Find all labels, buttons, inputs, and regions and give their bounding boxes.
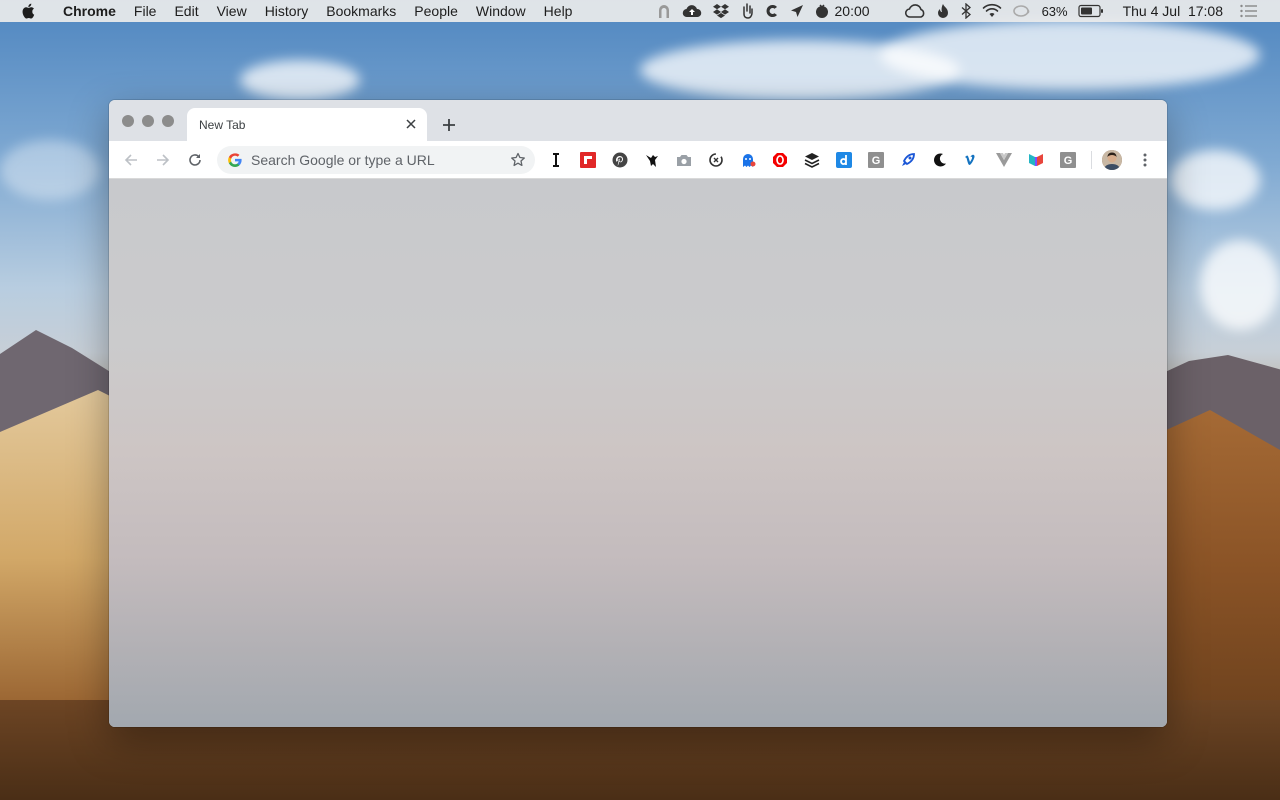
menu-app-name[interactable]: Chrome xyxy=(54,3,125,19)
vimeo-icon[interactable] xyxy=(963,151,981,169)
buffer-icon[interactable] xyxy=(803,151,821,169)
battery-icon[interactable] xyxy=(1077,0,1104,22)
omnibox[interactable] xyxy=(217,146,535,174)
browser-window: New Tab Search Google or type a URL G G xyxy=(109,100,1167,727)
reload-button[interactable] xyxy=(183,148,207,172)
svg-text:G: G xyxy=(872,155,881,167)
location-arrow-icon[interactable] xyxy=(790,0,804,22)
flame-icon[interactable] xyxy=(936,0,950,22)
cloud-upload-icon[interactable] xyxy=(682,0,702,22)
adblock-icon[interactable] xyxy=(771,151,789,169)
blank-status-icon xyxy=(880,0,894,22)
chrome-menu-icon[interactable] xyxy=(1135,148,1155,172)
sync-icon[interactable] xyxy=(707,151,725,169)
close-window-button[interactable] xyxy=(122,115,134,127)
omnibox-input[interactable] xyxy=(251,152,491,168)
bluetooth-icon[interactable] xyxy=(960,0,972,22)
menu-bookmarks[interactable]: Bookmarks xyxy=(317,3,405,19)
clock[interactable]: Thu 4 Jul 17:08 xyxy=(1123,0,1223,22)
pinterest-icon[interactable] xyxy=(611,151,629,169)
menu-view[interactable]: View xyxy=(208,3,256,19)
menu-help[interactable]: Help xyxy=(535,3,582,19)
page-content[interactable] xyxy=(109,179,1167,727)
forward-button[interactable] xyxy=(151,148,175,172)
maximize-window-button[interactable] xyxy=(162,115,174,127)
toolbar-separator xyxy=(1091,151,1092,169)
back-button[interactable] xyxy=(119,148,143,172)
tab-strip: New Tab xyxy=(109,100,1167,141)
instapaper-icon[interactable] xyxy=(547,151,565,169)
menu-bar: Chrome File Edit View History Bookmarks … xyxy=(0,0,1280,22)
bird-icon[interactable] xyxy=(643,151,661,169)
coffee-cup-icon[interactable] xyxy=(1012,0,1032,22)
menu-edit[interactable]: Edit xyxy=(165,3,207,19)
menu-window[interactable]: Window xyxy=(467,3,535,19)
flipboard-icon[interactable] xyxy=(579,151,597,169)
minimize-window-button[interactable] xyxy=(142,115,154,127)
profile-avatar[interactable] xyxy=(1102,150,1122,170)
wifi-icon[interactable] xyxy=(982,0,1002,22)
google-g-icon xyxy=(227,152,243,168)
vue-devtools-icon[interactable] xyxy=(995,151,1013,169)
menu-history[interactable]: History xyxy=(256,3,318,19)
grammarly-gray-icon-2[interactable]: G xyxy=(1059,151,1077,169)
status-area: 20:00 63% Thu 4 Jul 17:08 xyxy=(651,0,1280,22)
moon-icon[interactable] xyxy=(931,151,949,169)
toolbar: G G xyxy=(109,141,1167,179)
colorful-icon[interactable] xyxy=(1027,151,1045,169)
apple-menu-icon[interactable] xyxy=(19,2,37,20)
c-logo-icon[interactable] xyxy=(764,0,780,22)
tab-new-tab[interactable]: New Tab xyxy=(187,108,427,141)
dropbox-icon[interactable] xyxy=(712,0,730,22)
rocket-icon[interactable] xyxy=(899,151,917,169)
new-tab-button[interactable] xyxy=(437,113,461,137)
grammarly-gray-icon[interactable]: G xyxy=(867,151,885,169)
camera-icon[interactable] xyxy=(675,151,693,169)
battery-percent[interactable]: 63% xyxy=(1042,0,1068,22)
tab-title: New Tab xyxy=(199,117,246,132)
bookmark-star-icon[interactable] xyxy=(509,151,527,169)
arch-icon[interactable] xyxy=(656,0,672,22)
hand-icon[interactable] xyxy=(740,0,754,22)
notification-center-icon[interactable] xyxy=(1240,0,1258,22)
ghostery-icon[interactable] xyxy=(739,151,757,169)
tab-close-icon[interactable] xyxy=(403,116,419,132)
tomato-timer-icon[interactable] xyxy=(814,0,830,22)
menu-file[interactable]: File xyxy=(125,3,166,19)
icloud-icon[interactable] xyxy=(904,0,926,22)
menu-people[interactable]: People xyxy=(405,3,467,19)
svg-text:G: G xyxy=(1064,155,1073,167)
dict-icon[interactable] xyxy=(835,151,853,169)
timer-text[interactable]: 20:00 xyxy=(835,0,870,22)
